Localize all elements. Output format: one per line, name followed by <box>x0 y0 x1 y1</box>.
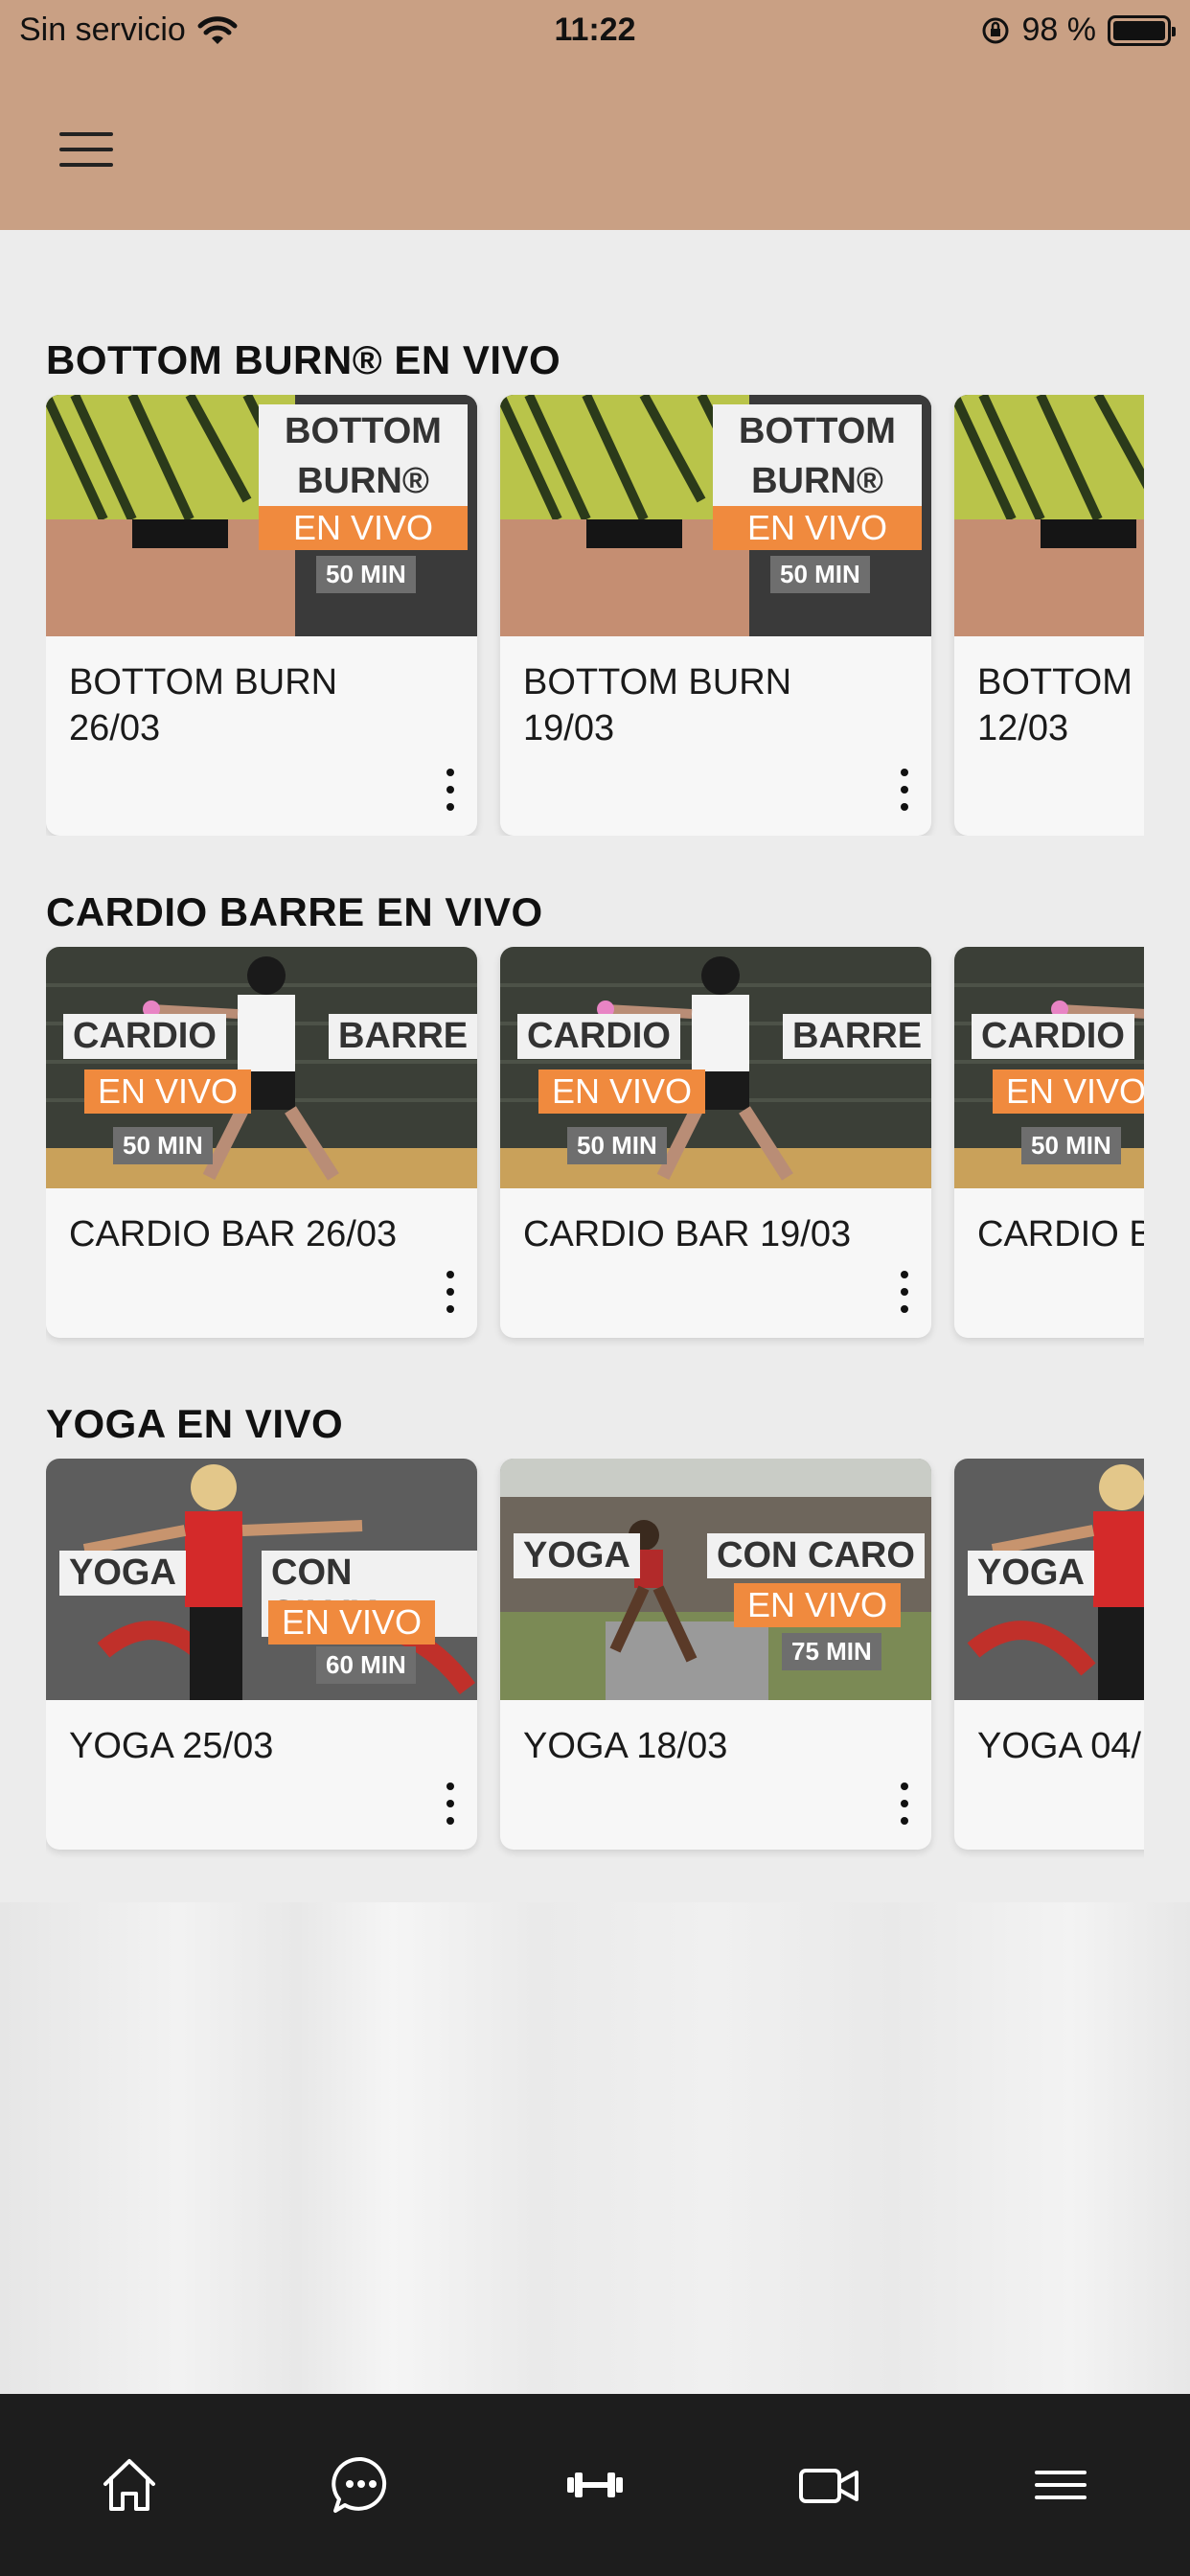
more-options-button[interactable] <box>441 1271 460 1313</box>
card-row[interactable]: BOTTOM BURN® EN VIVO 50 MIN BOTTOM BURN … <box>46 395 1144 836</box>
bottom-tab-bar <box>0 2394 1190 2576</box>
more-options-button[interactable] <box>441 769 460 811</box>
video-title: YOGA 18/03 <box>523 1726 728 1766</box>
video-title: CARDIO BAR 26/03 <box>69 1214 398 1254</box>
video-title: YOGA 04/ <box>977 1726 1142 1766</box>
dumbbell-icon <box>567 2472 623 2497</box>
home-icon <box>103 2459 155 2511</box>
section-title: CARDIO BARRE EN VIVO <box>46 889 543 934</box>
battery-percent: 98 % <box>1021 12 1097 48</box>
video-thumbnail[interactable]: CARDIO BARRE EN VIVO 50 MIN <box>500 947 931 1188</box>
video-thumbnail[interactable]: BOTTOM BURN® EN VIVO 50 MIN <box>46 395 477 636</box>
tab-more[interactable] <box>1018 2442 1104 2528</box>
tab-chat[interactable] <box>318 2442 404 2528</box>
video-card[interactable]: YOGA YOGA 04/ <box>954 1459 1144 1850</box>
hamburger-menu-button[interactable] <box>59 132 113 167</box>
video-card[interactable]: YOGA CON SILVIA EN VIVO 60 MIN YOGA 25/0… <box>46 1459 477 1850</box>
video-card[interactable]: BOTTOM BURN® EN VIVO 50 MIN BOTTOM BURN … <box>500 395 931 836</box>
video-card[interactable]: CARDIO EN VIVO 50 MIN CARDIO B <box>954 947 1144 1338</box>
video-card[interactable]: BOTTOM 12/03 <box>954 395 1144 836</box>
video-title: CARDIO BAR 19/03 <box>523 1214 852 1254</box>
video-title: BOTTOM BURN 19/03 <box>523 662 792 748</box>
more-options-button[interactable] <box>895 1782 914 1825</box>
chat-icon <box>332 2456 387 2513</box>
app-header: Sin servicio 11:22 98 % <box>0 0 1190 230</box>
status-bar: Sin servicio 11:22 98 % <box>0 0 1190 61</box>
card-row[interactable]: CARDIO BARRE EN VIVO 50 MIN CARDIO BAR 2… <box>46 947 1144 1349</box>
more-options-button[interactable] <box>895 769 914 811</box>
video-thumbnail[interactable]: BOTTOM BURN® EN VIVO 50 MIN <box>500 395 931 636</box>
section-title: BOTTOM BURN® EN VIVO <box>46 337 561 382</box>
video-title: BOTTOM BURN 26/03 <box>69 662 338 748</box>
thumbnail-image <box>500 947 931 1188</box>
video-card[interactable]: YOGA CON CARO EN VIVO 75 MIN YOGA 18/03 <box>500 1459 931 1850</box>
orientation-lock-icon <box>982 17 1008 43</box>
video-thumbnail[interactable]: YOGA CON SILVIA EN VIVO 60 MIN <box>46 1459 477 1700</box>
video-card[interactable]: CARDIO BARRE EN VIVO 50 MIN CARDIO BAR 1… <box>500 947 931 1338</box>
menu-icon <box>1035 2471 1087 2499</box>
video-icon <box>799 2469 858 2503</box>
section-title: YOGA EN VIVO <box>46 1401 344 1446</box>
background-blur <box>0 1902 1190 2396</box>
video-card[interactable]: CARDIO BARRE EN VIVO 50 MIN CARDIO BAR 2… <box>46 947 477 1338</box>
tab-videos[interactable] <box>786 2442 872 2528</box>
more-options-button[interactable] <box>895 1271 914 1313</box>
main-content: BOTTOM BURN® EN VIVO BOTTOM BURN® EN VIV… <box>0 230 1190 1902</box>
tab-workouts[interactable] <box>552 2442 638 2528</box>
video-title: BOTTOM 12/03 <box>977 662 1133 748</box>
video-thumbnail[interactable]: YOGA <box>954 1459 1144 1700</box>
video-thumbnail[interactable]: CARDIO BARRE EN VIVO 50 MIN <box>46 947 477 1188</box>
thumbnail-image <box>46 947 477 1188</box>
video-thumbnail[interactable]: CARDIO EN VIVO 50 MIN <box>954 947 1144 1188</box>
video-thumbnail[interactable] <box>954 395 1144 636</box>
video-thumbnail[interactable]: YOGA CON CARO EN VIVO 75 MIN <box>500 1459 931 1700</box>
video-card[interactable]: BOTTOM BURN® EN VIVO 50 MIN BOTTOM BURN … <box>46 395 477 836</box>
video-title: CARDIO B <box>977 1214 1144 1254</box>
battery-icon <box>1108 14 1176 46</box>
thumbnail-image <box>954 395 1144 636</box>
tab-home[interactable] <box>86 2442 172 2528</box>
video-title: YOGA 25/03 <box>69 1726 274 1766</box>
card-row[interactable]: YOGA CON SILVIA EN VIVO 60 MIN YOGA 25/0… <box>46 1459 1144 1861</box>
more-options-button[interactable] <box>441 1782 460 1825</box>
